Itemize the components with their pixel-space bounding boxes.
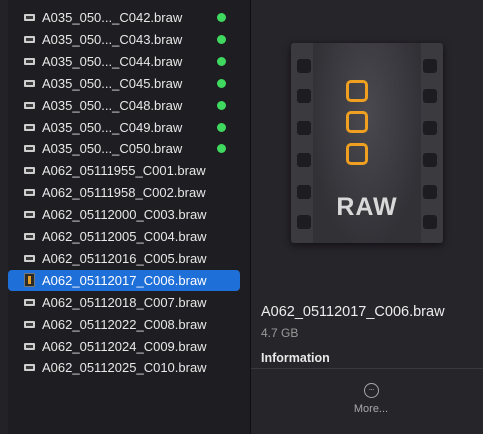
file-list-row[interactable]: A035_050..._C044.braw xyxy=(8,51,240,72)
file-list-row[interactable]: A062_05112024_C009.braw xyxy=(8,336,240,357)
green-tag-dot-icon xyxy=(217,34,226,44)
video-file-icon xyxy=(24,79,35,88)
file-name: A062_05111958_C002.braw xyxy=(42,185,206,201)
sprocket-hole xyxy=(297,121,311,135)
file-name: A062_05112005_C004.braw xyxy=(42,229,207,244)
video-file-icon xyxy=(24,320,35,329)
information-heading: Information xyxy=(261,351,330,365)
file-list-row[interactable]: A035_050..._C045.braw xyxy=(8,73,240,94)
raw-logo-link xyxy=(346,80,368,102)
braw-file-icon: RAW xyxy=(291,43,443,243)
file-name: A035_050..._C042.braw xyxy=(42,10,183,25)
sprocket-hole xyxy=(423,89,437,103)
video-file-icon xyxy=(24,101,35,110)
more-button[interactable]: ··· More... xyxy=(351,383,391,427)
file-name: A062_05112016_C005.braw xyxy=(42,250,207,266)
green-tag-dot-icon xyxy=(217,122,226,132)
preview-file-name: A062_05112017_C006.braw xyxy=(261,304,445,320)
video-file-icon xyxy=(24,298,35,307)
file-list-empty-area xyxy=(8,382,250,434)
video-file-icon xyxy=(24,144,35,153)
ellipsis-circle-icon: ··· xyxy=(363,383,379,398)
raw-icon-label: RAW xyxy=(336,193,398,221)
file-name: A062_05112024_C009.braw xyxy=(42,338,207,354)
file-list-row[interactable]: A035_050..._C048.braw xyxy=(8,95,240,116)
file-list-row[interactable]: A062_05111955_C001.braw xyxy=(8,160,240,181)
green-tag-dot-icon xyxy=(217,56,226,66)
file-name: A062_05112017_C006.braw xyxy=(42,272,207,288)
green-tag-dot-icon xyxy=(217,13,226,22)
file-name: A035_050..._C049.braw xyxy=(42,119,183,135)
sprocket-hole xyxy=(297,59,311,73)
file-name: A035_050..._C048.braw xyxy=(42,97,183,113)
file-name: A062_05111955_C001.braw xyxy=(42,163,206,179)
video-file-icon xyxy=(24,210,35,219)
sprocket-hole xyxy=(297,89,311,103)
file-name: A062_05112000_C003.braw xyxy=(42,207,207,223)
video-file-icon xyxy=(24,232,35,241)
green-tag-dot-icon xyxy=(217,78,226,88)
file-name: A062_05112025_C010.braw xyxy=(42,360,207,376)
file-list-row[interactable]: A062_05112000_C003.braw xyxy=(8,204,240,225)
sprocket-hole xyxy=(297,153,311,167)
braw-file-icon xyxy=(24,273,35,288)
file-list-row[interactable]: A035_050..._C050.braw xyxy=(8,138,240,159)
file-name: A035_050..._C043.braw xyxy=(42,31,183,47)
preview-file-size: 4.7 GB xyxy=(261,326,299,340)
file-list-row[interactable]: A035_050..._C042.braw xyxy=(8,7,240,28)
video-file-icon xyxy=(24,57,35,66)
file-list-row[interactable]: A062_05111958_C002.braw xyxy=(8,182,240,203)
more-label: More... xyxy=(353,403,389,415)
file-name: A062_05112018_C007.braw xyxy=(42,294,207,310)
file-list-row[interactable]: A062_05112005_C004.braw xyxy=(8,226,240,247)
video-file-icon xyxy=(24,123,35,132)
raw-logo-link xyxy=(346,143,368,165)
video-file-icon xyxy=(24,254,35,263)
green-tag-dot-icon xyxy=(217,100,226,110)
sprocket-hole xyxy=(423,121,437,135)
file-name: A035_050..._C050.braw xyxy=(42,141,183,157)
green-tag-dot-icon xyxy=(217,144,226,154)
video-file-icon xyxy=(24,35,35,44)
video-file-icon xyxy=(24,188,35,197)
video-file-icon xyxy=(24,363,35,372)
file-list-row[interactable]: A062_05112016_C005.braw xyxy=(8,248,240,269)
file-name: A035_050..._C044.braw xyxy=(42,53,183,69)
info-separator xyxy=(251,368,483,369)
file-list-row[interactable]: A062_05112017_C006.braw xyxy=(8,269,240,291)
file-list-row[interactable]: A035_050..._C049.braw xyxy=(8,117,240,138)
file-name: A062_05112022_C008.braw xyxy=(42,316,207,332)
file-name: A035_050..._C045.braw xyxy=(42,75,183,91)
raw-logo-link xyxy=(346,111,368,133)
sprocket-hole xyxy=(423,153,437,167)
file-list-row[interactable]: A035_050..._C043.braw xyxy=(8,29,240,50)
video-file-icon xyxy=(24,13,35,22)
file-list-row[interactable]: A062_05112018_C007.braw xyxy=(8,292,240,313)
file-list-row[interactable]: A062_05112022_C008.braw xyxy=(8,314,240,335)
video-file-icon xyxy=(24,342,35,351)
video-file-icon xyxy=(24,166,35,175)
file-list-row[interactable]: A062_05112025_C010.braw xyxy=(8,357,240,378)
sprocket-hole xyxy=(423,59,437,73)
